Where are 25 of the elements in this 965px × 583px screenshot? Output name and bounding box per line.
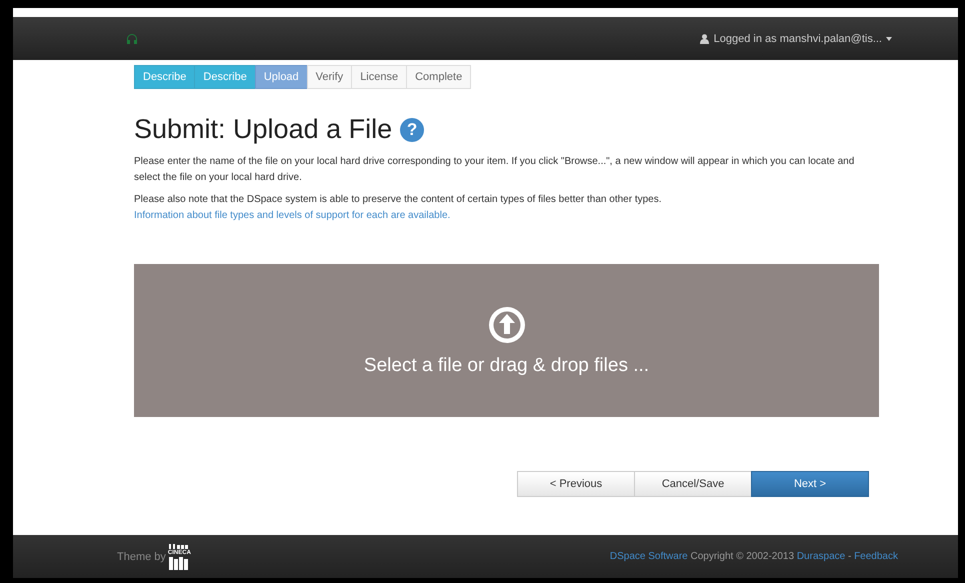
footer-link[interactable]: Feedback	[854, 551, 898, 562]
theme-credit: Theme by	[117, 550, 166, 562]
info-link[interactable]: Information about file types and levels of support for each are available.	[134, 208, 450, 224]
step-tab[interactable]: Describe	[134, 65, 196, 89]
paragraph: Please also note that the DSpace system is able to preserve the content of certain types of files better than other types. Information about file types and levels of support for each are available.	[134, 192, 879, 224]
file-dropzone[interactable]: Select a file or drag & drop files ...	[134, 264, 879, 417]
step-tab[interactable]: Complete	[406, 65, 472, 89]
footer-link[interactable]: Duraspace	[796, 551, 846, 562]
headphones-icon[interactable]	[126, 32, 138, 45]
page-title: Submit: Upload a File	[134, 114, 392, 145]
footer-text: DSpace Software Copyright © 2002-2013 Duraspace - Feedback	[610, 551, 898, 562]
paragraph: Please enter the name of the file on your local hard drive corresponding to your item. If you click "Browse...", a new window will appear in which you can locate and select the file on your local hard drive.	[134, 155, 856, 185]
next-button[interactable]: Next >	[751, 471, 869, 497]
nav-button[interactable]: < Previous	[517, 471, 635, 497]
user-menu[interactable]: Logged in as manshvi.palan@tis...	[700, 32, 892, 44]
help-icon[interactable]: ?	[400, 118, 424, 142]
step-tab[interactable]: Verify	[306, 65, 352, 89]
caret-icon	[886, 36, 892, 40]
step-tab[interactable]: License	[351, 65, 408, 89]
dropzone-label: Select a file or drag & drop files ...	[364, 354, 650, 376]
footer-link[interactable]: DSpace Software	[610, 551, 688, 562]
step-tab[interactable]: Upload	[254, 65, 308, 89]
user-icon	[700, 34, 709, 44]
nav-button[interactable]: Cancel/Save	[634, 471, 752, 497]
step-tab[interactable]: Describe	[194, 65, 256, 89]
